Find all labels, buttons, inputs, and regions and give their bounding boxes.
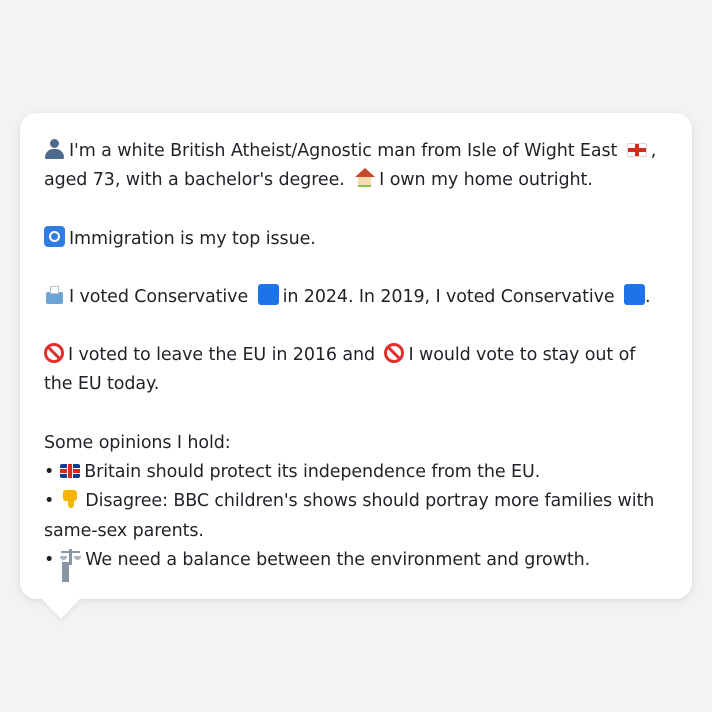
bullet: • <box>44 491 55 512</box>
bubble-tail <box>42 599 80 619</box>
blue-square-icon <box>624 283 646 305</box>
blue-square-icon <box>257 283 279 305</box>
identity-paragraph: I'm a white British Atheist/Agnostic man… <box>44 137 668 196</box>
england-flag-icon <box>626 143 647 157</box>
prohibited-icon <box>384 343 405 364</box>
prohibited-icon <box>44 343 64 364</box>
bullet: • <box>44 549 55 570</box>
opinion-text: We need a balance between the environmen… <box>85 549 591 570</box>
top-issue-text: Immigration is my top issue. <box>69 228 316 249</box>
uk-flag-icon <box>60 464 81 479</box>
house-icon <box>354 167 376 188</box>
bullet: • <box>44 462 55 483</box>
opinions-paragraph: Some opinions I hold: • Britain should pr… <box>44 429 668 575</box>
message-bubble: I'm a white British Atheist/Agnostic man… <box>20 113 692 599</box>
passport-control-icon <box>44 225 65 247</box>
opinion-item: • We need a balance between the environme… <box>44 546 668 575</box>
vote-text-2: in 2024. In 2019, I voted Conservative <box>282 286 615 307</box>
opinions-heading: Some opinions I hold: <box>44 432 231 453</box>
ballot-box-icon <box>44 284 65 305</box>
identity-text-1: I'm a white British Atheist/Agnostic man… <box>69 141 618 161</box>
eu-text-1: I voted to leave the EU in 2016 and <box>68 345 376 366</box>
vote-text-1: I voted Conservative <box>69 286 249 307</box>
voting-paragraph: I voted Conservative in 2024. In 2019, I… <box>44 283 668 312</box>
opinion-text: Britain should protect its independence … <box>84 462 541 483</box>
eu-paragraph: I voted to leave the EU in 2016 and I wo… <box>44 341 668 400</box>
opinion-item: • Britain should protect its independence… <box>44 458 668 487</box>
home-text: I own my home outright. <box>379 170 593 191</box>
bust-in-silhouette-icon <box>44 138 65 159</box>
opinion-item: • Disagree: BBC children's shows should p… <box>44 487 668 546</box>
balance-scale-icon <box>60 547 82 568</box>
vote-text-3: . <box>645 286 651 307</box>
opinion-text: Disagree: BBC children's shows should po… <box>44 491 655 541</box>
thumbs-down-icon <box>60 488 81 509</box>
top-issue-paragraph: Immigration is my top issue. <box>44 225 668 254</box>
